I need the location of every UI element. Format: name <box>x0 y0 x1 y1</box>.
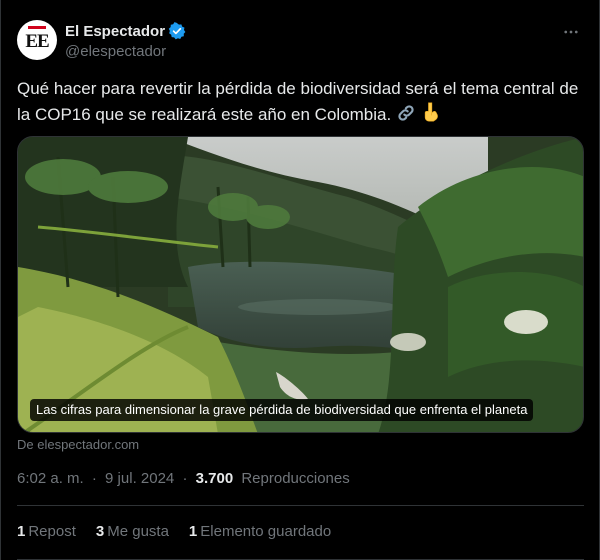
likes-label: Me gusta <box>107 523 169 540</box>
meta-separator: · <box>182 470 188 487</box>
likes-count: 3 <box>95 523 105 540</box>
views-count: 3.700 <box>195 470 234 487</box>
likes-stat[interactable]: 3 Me gusta <box>96 523 169 540</box>
views-label: Reproducciones <box>241 470 350 487</box>
avatar-red-bar <box>28 26 46 29</box>
tweet: EE El Espectador @elespectador Qué hacer… <box>0 0 600 560</box>
bookmarks-label: Elemento guardado <box>200 523 332 540</box>
meta-separator: · <box>91 470 97 487</box>
card-image <box>18 137 583 432</box>
bookmarks-count: 1 <box>188 523 198 540</box>
tweet-meta: 6:02 a. m. · 9 jul. 2024 · 3.700 Reprodu… <box>17 470 350 487</box>
divider <box>17 505 584 506</box>
tweet-date[interactable]: 9 jul. 2024 <box>105 470 174 487</box>
more-options-icon[interactable] <box>561 22 581 42</box>
card-source[interactable]: De elespectador.com <box>17 437 139 452</box>
tweet-text: Qué hacer para revertir la pérdida de bi… <box>17 76 587 130</box>
pointing-down-icon <box>421 101 441 130</box>
avatar-logo-text: EE <box>25 30 49 52</box>
tweet-time[interactable]: 6:02 a. m. <box>17 470 84 487</box>
reposts-stat[interactable]: 1 Repost <box>17 523 76 540</box>
tweet-body: Qué hacer para revertir la pérdida de bi… <box>17 79 579 124</box>
link-icon <box>396 103 416 130</box>
reposts-count: 1 <box>17 523 26 540</box>
reposts-label: Repost <box>28 523 76 540</box>
engagement-stats: 1 Repost 3 Me gusta 1 Elemento guardado <box>17 523 351 540</box>
bookmarks-stat[interactable]: 1 Elemento guardado <box>189 523 331 540</box>
author-display-name[interactable]: El Espectador <box>65 23 165 40</box>
avatar[interactable]: EE <box>17 20 57 60</box>
media-card[interactable]: Las cifras para dimensionar la grave pér… <box>17 136 584 433</box>
author-handle[interactable]: @elespectador <box>65 43 166 60</box>
verified-badge-icon[interactable] <box>168 22 186 40</box>
card-caption: Las cifras para dimensionar la grave pér… <box>30 399 534 421</box>
author-name-row: El Espectador <box>65 22 186 40</box>
